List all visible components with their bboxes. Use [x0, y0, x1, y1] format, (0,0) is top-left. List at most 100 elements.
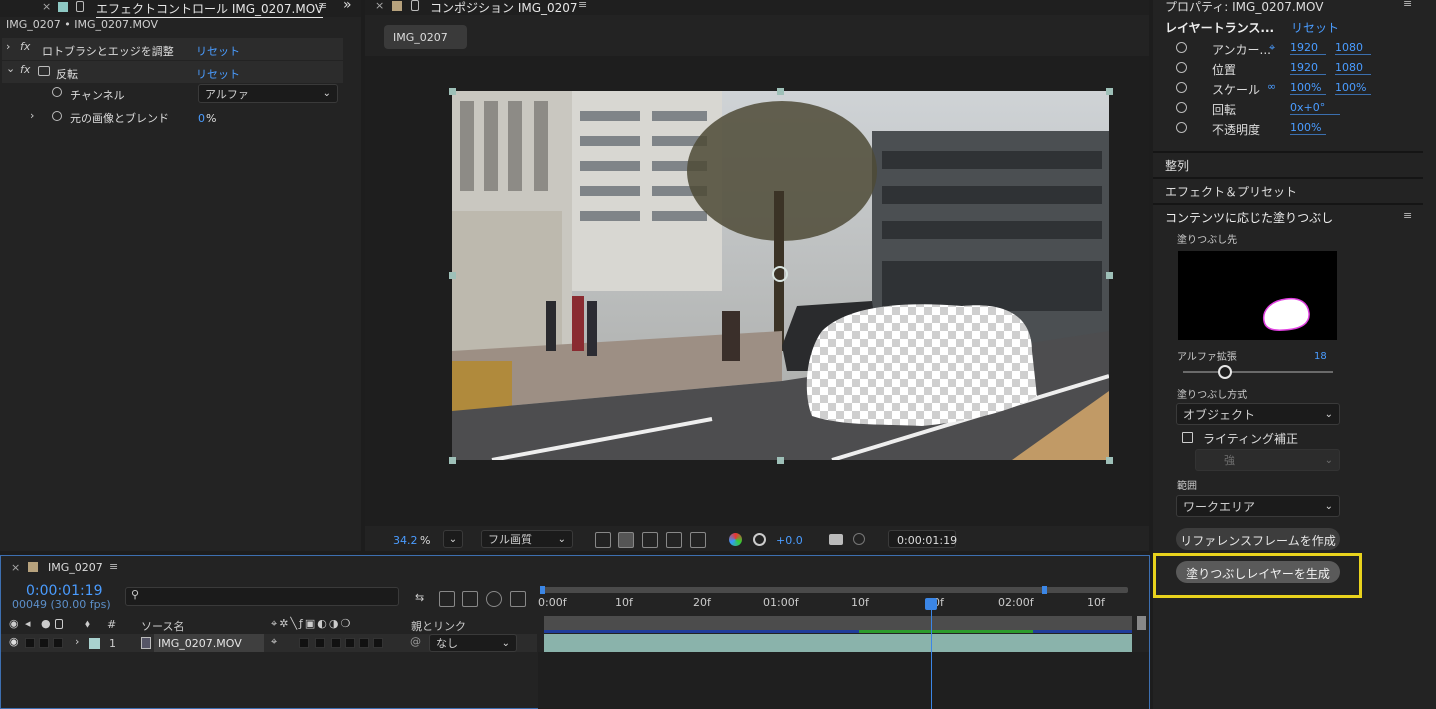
anchor-point-icon[interactable] [772, 266, 788, 282]
effect-panel-tab[interactable]: エフェクトコントロール IMG_0207.MOV [96, 0, 324, 18]
effect-row-invert[interactable]: ⌄ fx 反転 リセット [2, 61, 343, 83]
source-name-header[interactable]: ソース名 [141, 618, 184, 634]
range-dropdown[interactable]: ワークエリア ⌄ [1176, 495, 1340, 517]
transparency-grid-icon[interactable] [618, 532, 634, 548]
solo-icon[interactable]: ● [41, 617, 51, 630]
prop-value-opacity[interactable]: 100% [1290, 121, 1326, 135]
chevron-right-icon[interactable]: › [30, 109, 34, 122]
graph-editor-icon[interactable] [510, 591, 526, 607]
exposure-value[interactable]: +0.0 [776, 534, 803, 547]
prop-value-x[interactable]: 1920 [1290, 41, 1326, 55]
lock-icon[interactable] [411, 0, 419, 11]
work-area-bar[interactable] [543, 587, 1128, 593]
motion-blur-switch[interactable] [345, 638, 355, 648]
eye-icon[interactable]: ◉ [9, 617, 19, 630]
generate-fill-layer-button[interactable]: 塗りつぶしレイヤーを生成 [1176, 561, 1340, 583]
pickwhip-icon[interactable]: @ [410, 635, 421, 648]
work-area-end[interactable] [1042, 586, 1047, 594]
prop-value-y[interactable]: 1080 [1335, 41, 1371, 55]
time-ruler[interactable]: 0:00f 10f 20f 01:00f 10f 20f 02:00f 10f [538, 582, 1149, 616]
frame-blending-icon[interactable] [462, 591, 478, 607]
lighting-checkbox[interactable] [1182, 432, 1193, 443]
chevron-down-icon[interactable]: ⌄ [6, 62, 15, 75]
transform-handle[interactable] [1106, 272, 1113, 279]
label-tag-icon[interactable]: ⬧ [85, 617, 90, 631]
transform-handle[interactable] [449, 88, 456, 95]
transform-handle[interactable] [1106, 88, 1113, 95]
fx-switch[interactable] [315, 638, 325, 648]
align-panel-header[interactable]: 整列 [1165, 157, 1189, 174]
solo-switch[interactable] [39, 638, 49, 648]
mask-visibility-icon[interactable] [642, 532, 658, 548]
layer-name-field[interactable]: IMG_0207.MOV [154, 634, 264, 652]
fill-method-dropdown[interactable]: オブジェクト ⌄ [1176, 403, 1340, 425]
stopwatch-icon[interactable] [1176, 82, 1187, 93]
color-management-icon[interactable] [753, 533, 766, 546]
lock-icon[interactable] [55, 619, 63, 629]
stopwatch-icon[interactable] [52, 111, 62, 121]
alpha-expand-value[interactable]: 18 [1314, 351, 1327, 362]
camera-icon[interactable] [829, 534, 843, 545]
parent-dropdown[interactable]: なし ⌄ [429, 634, 517, 652]
composition-navigator-icon[interactable]: ⇆ [415, 591, 431, 607]
effects-presets-header[interactable]: エフェクト＆プリセット [1165, 183, 1297, 200]
alpha-expand-slider-thumb[interactable] [1218, 365, 1232, 379]
color-channel-icon[interactable] [729, 533, 742, 546]
stopwatch-icon[interactable] [1176, 62, 1187, 73]
prop-value-x[interactable]: 100% [1290, 81, 1326, 95]
stopwatch-icon[interactable] [1176, 102, 1187, 113]
viewer[interactable] [365, 56, 1149, 526]
quality-switch[interactable] [299, 638, 309, 648]
audio-icon[interactable]: ◂ [25, 617, 31, 630]
expand-panels-icon[interactable]: » [343, 0, 352, 13]
prop-value-rotation[interactable]: 0x+0° [1290, 101, 1340, 115]
stopwatch-icon[interactable] [1176, 42, 1187, 53]
create-reference-frame-button[interactable]: リファレンスフレームを作成 [1176, 528, 1340, 550]
lock-icon[interactable] [76, 1, 84, 12]
transform-handle[interactable] [1106, 457, 1113, 464]
transform-handle[interactable] [449, 272, 456, 279]
blend-value[interactable]: 0 [198, 112, 205, 125]
close-icon[interactable]: × [11, 561, 20, 574]
eye-icon[interactable]: ◉ [9, 635, 19, 648]
constrain-link-icon[interactable]: ∞ [1267, 80, 1276, 93]
chevron-right-icon[interactable]: › [6, 40, 10, 53]
menu-icon[interactable]: ≡ [109, 560, 118, 573]
lock-switch[interactable] [53, 638, 63, 648]
link-icon[interactable] [853, 533, 865, 545]
transform-handle[interactable] [777, 88, 784, 95]
fx-icon[interactable]: fx [20, 40, 30, 53]
time-indicator-line[interactable] [931, 610, 932, 709]
transform-handle[interactable] [449, 457, 456, 464]
anchor-target-icon[interactable]: ⌖ [1269, 41, 1275, 55]
time-indicator-head[interactable] [925, 598, 937, 610]
region-of-interest-icon[interactable] [595, 532, 611, 548]
transform-reset-link[interactable]: リセット [1291, 19, 1339, 36]
stopwatch-icon[interactable] [1176, 122, 1187, 133]
effect-row-roto[interactable]: › fx ロトブラシとエッジを調整 リセット [2, 38, 343, 60]
shy-layers-icon[interactable] [439, 591, 455, 607]
menu-icon[interactable]: ≡ [318, 0, 327, 12]
audio-switch[interactable] [25, 638, 35, 648]
quality-dropdown[interactable]: フル画質 ⌄ [481, 530, 573, 548]
menu-icon[interactable]: ≡ [1403, 0, 1412, 10]
guides-icon[interactable] [666, 532, 682, 548]
anchor-switch-icon[interactable]: ⌖ [271, 635, 277, 649]
frame-blend-switch[interactable] [331, 638, 341, 648]
comp-tab[interactable]: コンポジション IMG_0207 [430, 0, 578, 16]
comp-chip[interactable]: IMG_0207 [384, 25, 467, 49]
menu-icon[interactable]: ≡ [578, 0, 587, 11]
prop-value-x[interactable]: 1920 [1290, 61, 1326, 75]
transform-handle[interactable] [777, 457, 784, 464]
reset-link[interactable]: リセット [196, 66, 240, 82]
channel-dropdown[interactable]: アルファ ⌄ [198, 84, 338, 103]
zoom-value[interactable]: 34.2 [393, 534, 418, 547]
motion-blur-icon[interactable] [486, 591, 502, 607]
close-icon[interactable]: × [42, 0, 51, 13]
parent-link-header[interactable]: 親とリンク [411, 618, 466, 634]
layer-search-input[interactable]: ⚲ [125, 587, 399, 606]
layer-transform-heading[interactable]: レイヤートランス... [1165, 19, 1274, 36]
adjustment-switch[interactable] [359, 638, 369, 648]
layer-label-color[interactable] [89, 638, 100, 649]
menu-icon[interactable]: ≡ [1403, 209, 1412, 222]
